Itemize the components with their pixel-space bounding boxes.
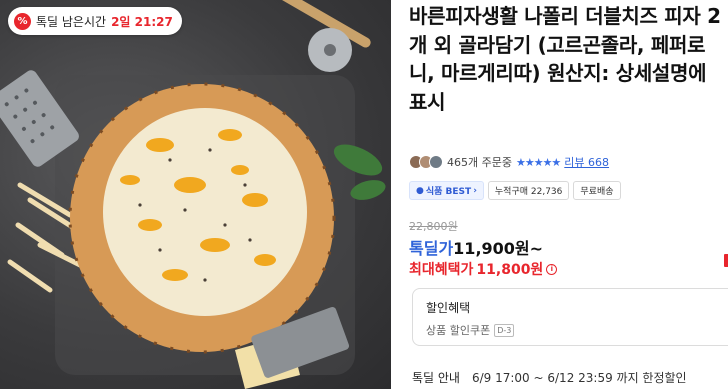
discount-title: 할인혜택 (426, 301, 471, 315)
max-benefit-value: 11,800원 (476, 262, 544, 278)
avatar (429, 155, 443, 169)
deal-price-label: 톡딜가 (409, 239, 454, 258)
dday-badge: D-3 (494, 323, 515, 337)
tag-dot-icon: ● (416, 185, 424, 196)
deal-timer-label: 톡딜 남은시간 (36, 14, 107, 29)
original-price: 22,800원 (409, 220, 458, 233)
deal-price: 톡딜가11,900원~ (409, 235, 543, 259)
pizza-cutter-icon (265, 0, 371, 72)
coupon-row: 상품 할인쿠폰 D-3 (426, 322, 515, 338)
percent-tag-icon: % (14, 12, 31, 30)
discount-benefits-box[interactable]: 할인혜택 상품 할인쿠폰 D-3 (412, 288, 728, 346)
deal-info-period: 6/9 17:00 ~ 6/12 23:59 까지 한정할인 (471, 371, 687, 385)
product-tags: ● 식품 BEST › 누적구매 22,736 무료배송 (409, 181, 621, 200)
rating-stars-icon: ★★★★★ (515, 155, 561, 169)
max-benefit-price: 최대혜택가 11,800원 i (409, 259, 558, 279)
product-title: 바른피자생활 나폴리 더블치즈 피자 2개 외 골라담기 (고르곤졸라, 페퍼로… (409, 4, 721, 114)
deal-price-value: 11,900원~ (453, 239, 544, 258)
order-count: 465개 주문중 (447, 156, 512, 169)
deal-timer-countdown: 2일 21:27 (111, 14, 173, 29)
free-shipping-tag: 무료배송 (573, 181, 621, 200)
product-info-panel: 바른피자생활 나폴리 더블치즈 피자 2개 외 골라담기 (고르곤졸라, 페퍼로… (409, 0, 728, 389)
best-tag[interactable]: ● 식품 BEST › (409, 181, 484, 200)
review-link[interactable]: 리뷰 668 (564, 154, 609, 170)
deal-info-label: 톡딜 안내 (412, 371, 460, 385)
social-proof-row: 465개 주문중 ★★★★★ 리뷰 668 (409, 154, 609, 170)
chevron-right-icon: › (473, 185, 477, 196)
pizza-illustration (0, 0, 386, 389)
best-tag-label: 식품 BEST (425, 187, 472, 197)
purchase-count-tag: 누적구매 22,736 (487, 181, 570, 200)
coupon-label: 상품 할인쿠폰 (426, 324, 491, 337)
deal-timer-badge: % 톡딜 남은시간 2일 21:27 (8, 7, 182, 35)
info-icon[interactable]: i (546, 263, 558, 275)
buyer-avatars (409, 155, 443, 169)
side-tab-edge[interactable] (724, 254, 728, 267)
max-benefit-label: 최대혜택가 (409, 262, 474, 278)
deal-info-row: 톡딜 안내 6/9 17:00 ~ 6/12 23:59 까지 한정할인 (412, 369, 687, 386)
product-image[interactable]: % 톡딜 남은시간 2일 21:27 (0, 0, 391, 389)
